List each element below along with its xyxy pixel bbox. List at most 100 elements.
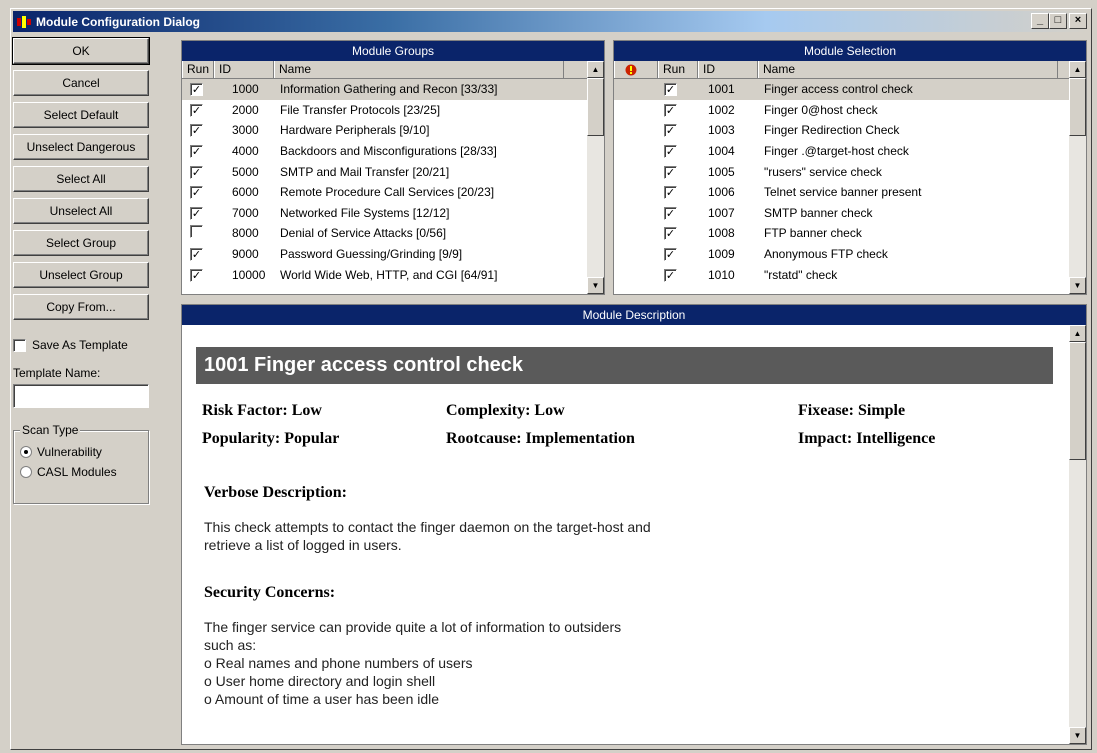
table-row[interactable]: ✓ 1009 Anonymous FTP check	[614, 244, 1086, 265]
table-row[interactable]: 8000 Denial of Service Attacks [0/56]	[182, 223, 604, 244]
scroll-up-icon[interactable]: ▲	[1069, 325, 1086, 342]
run-checkbox[interactable]: ✓	[664, 145, 677, 159]
table-row[interactable]: ✓ 1007 SMTP banner check	[614, 203, 1086, 224]
description-scrollbar[interactable]: ▲ ▼	[1069, 325, 1086, 744]
name-cell: Finger 0@host check	[764, 102, 878, 117]
run-cell: ✓	[182, 144, 214, 159]
run-checkbox[interactable]: ✓	[664, 268, 677, 282]
copy-from-button[interactable]: Copy From...	[13, 294, 149, 320]
column-header-id[interactable]: ID	[214, 61, 274, 78]
id-cell: 5000	[232, 164, 259, 179]
select-default-button[interactable]: Select Default	[13, 102, 149, 128]
run-checkbox[interactable]: ✓	[190, 206, 203, 220]
table-row[interactable]: ✓ 1001 Finger access control check	[614, 79, 1086, 100]
run-cell: ✓	[182, 247, 214, 262]
table-row[interactable]: ✓ 1002 Finger 0@host check	[614, 100, 1086, 121]
template-name-label: Template Name:	[13, 366, 101, 380]
run-checkbox[interactable]: ✓	[190, 145, 203, 159]
table-row[interactable]: ✓ 1004 Finger .@target-host check	[614, 141, 1086, 162]
run-checkbox[interactable]: ✓	[664, 124, 677, 138]
select-group-button[interactable]: Select Group	[13, 230, 149, 256]
table-row[interactable]: ✓ 1003 Finger Redirection Check	[614, 120, 1086, 141]
unselect-group-button[interactable]: Unselect Group	[13, 262, 149, 288]
close-button[interactable]: ×	[1069, 13, 1087, 29]
scan-type-option[interactable]: CASL Modules	[20, 465, 148, 479]
table-row[interactable]: ✓ 3000 Hardware Peripherals [9/10]	[182, 120, 604, 141]
column-header-id[interactable]: ID	[698, 61, 758, 78]
name-cell: World Wide Web, HTTP, and CGI [64/91]	[280, 267, 498, 282]
table-row[interactable]: ✓ 10000 World Wide Web, HTTP, and CGI [64/…	[182, 264, 604, 285]
security-concerns-heading: Security Concerns:	[204, 584, 336, 601]
table-row[interactable]: ✓ 7000 Networked File Systems [12/12]	[182, 203, 604, 224]
save-as-template-checkbox[interactable]	[13, 338, 26, 352]
radio-button[interactable]	[20, 466, 32, 478]
run-checkbox[interactable]: ✓	[664, 165, 677, 179]
template-name-input[interactable]	[13, 384, 149, 408]
run-checkbox[interactable]: ✓	[190, 186, 203, 200]
verbose-description-text: This check attempts to contact the finge…	[204, 519, 651, 553]
run-checkbox[interactable]: ✓	[190, 268, 203, 282]
id-cell: 1004	[708, 144, 735, 159]
name-cell: Information Gathering and Recon [33/33]	[280, 82, 498, 97]
run-cell: ✓	[658, 206, 698, 220]
scroll-up-icon[interactable]: ▲	[1069, 61, 1086, 78]
run-checkbox[interactable]: ✓	[664, 186, 677, 200]
table-row[interactable]: ✓ 2000 File Transfer Protocols [23/25]	[182, 100, 604, 121]
scroll-down-icon[interactable]: ▼	[1069, 727, 1086, 744]
run-cell: ✓	[182, 268, 214, 282]
table-row[interactable]: ✓ 4000 Backdoors and Misconfigurations [28…	[182, 141, 604, 162]
run-checkbox[interactable]: ✓	[664, 83, 677, 97]
scroll-thumb[interactable]	[1069, 342, 1086, 460]
name-cell: Finger .@target-host check	[764, 144, 909, 159]
name-cell: Password Guessing/Grinding [9/9]	[280, 247, 463, 262]
table-row[interactable]: ✓ 1005 "rusers" service check	[614, 161, 1086, 182]
scroll-thumb[interactable]	[587, 78, 604, 136]
ok-button[interactable]: OK	[12, 37, 150, 65]
id-cell: 1001	[708, 82, 735, 97]
run-checkbox[interactable]: ✓	[190, 83, 203, 97]
run-checkbox[interactable]: ✓	[190, 165, 203, 179]
run-cell: ✓	[658, 165, 698, 179]
unselect-dangerous-button[interactable]: Unselect Dangerous	[13, 134, 149, 160]
scroll-down-icon[interactable]: ▼	[587, 277, 604, 294]
run-checkbox[interactable]: ✓	[664, 227, 677, 241]
scroll-down-icon[interactable]: ▼	[1069, 277, 1086, 294]
app-icon	[16, 15, 32, 29]
run-checkbox[interactable]: ✓	[190, 103, 203, 117]
save-as-template-label: Save As Template	[32, 338, 128, 352]
run-checkbox[interactable]: ✓	[664, 206, 677, 220]
scroll-thumb[interactable]	[1069, 78, 1086, 136]
module-selection-scrollbar[interactable]: ▲ ▼	[1069, 61, 1086, 294]
table-row[interactable]: ✓ 1000 Information Gathering and Recon [33…	[182, 79, 604, 100]
run-checkbox[interactable]: ✓	[664, 103, 677, 117]
module-groups-scrollbar[interactable]: ▲ ▼	[587, 61, 604, 294]
radio-button[interactable]	[20, 446, 32, 458]
save-as-template-row[interactable]: Save As Template	[13, 338, 153, 352]
column-header-run[interactable]: Run	[182, 61, 214, 78]
column-header-name[interactable]: Name	[758, 61, 1058, 78]
run-checkbox[interactable]: ✓	[190, 248, 203, 262]
run-checkbox[interactable]: ✓	[190, 124, 203, 138]
run-checkbox[interactable]: ✓	[664, 248, 677, 262]
minimize-button[interactable]: _	[1031, 13, 1049, 29]
module-selection-panel: Module Selection Run ID Name ✓ 1001 Finger a…	[613, 40, 1087, 295]
run-checkbox[interactable]	[190, 225, 203, 239]
cancel-button[interactable]: Cancel	[13, 70, 149, 96]
title-bar[interactable]: Module Configuration Dialog _ □ ×	[13, 11, 1089, 32]
table-row[interactable]: ✓ 1010 "rstatd" check	[614, 264, 1086, 285]
run-cell: ✓	[658, 185, 698, 200]
column-header-name[interactable]: Name	[274, 61, 564, 78]
table-row[interactable]: ✓ 6000 Remote Procedure Call Services [20/…	[182, 182, 604, 203]
maximize-button[interactable]: □	[1049, 13, 1067, 29]
scan-type-option[interactable]: Vulnerability	[20, 445, 148, 459]
scroll-up-icon[interactable]: ▲	[587, 61, 604, 78]
column-header-run[interactable]: Run	[658, 61, 698, 78]
table-row[interactable]: ✓ 1008 FTP banner check	[614, 223, 1086, 244]
unselect-all-button[interactable]: Unselect All	[13, 198, 149, 224]
id-cell: 1005	[708, 164, 735, 179]
select-all-button[interactable]: Select All	[13, 166, 149, 192]
name-cell: Denial of Service Attacks [0/56]	[280, 226, 447, 241]
table-row[interactable]: ✓ 9000 Password Guessing/Grinding [9/9]	[182, 244, 604, 265]
table-row[interactable]: ✓ 1006 Telnet service banner present	[614, 182, 1086, 203]
table-row[interactable]: ✓ 5000 SMTP and Mail Transfer [20/21]	[182, 161, 604, 182]
